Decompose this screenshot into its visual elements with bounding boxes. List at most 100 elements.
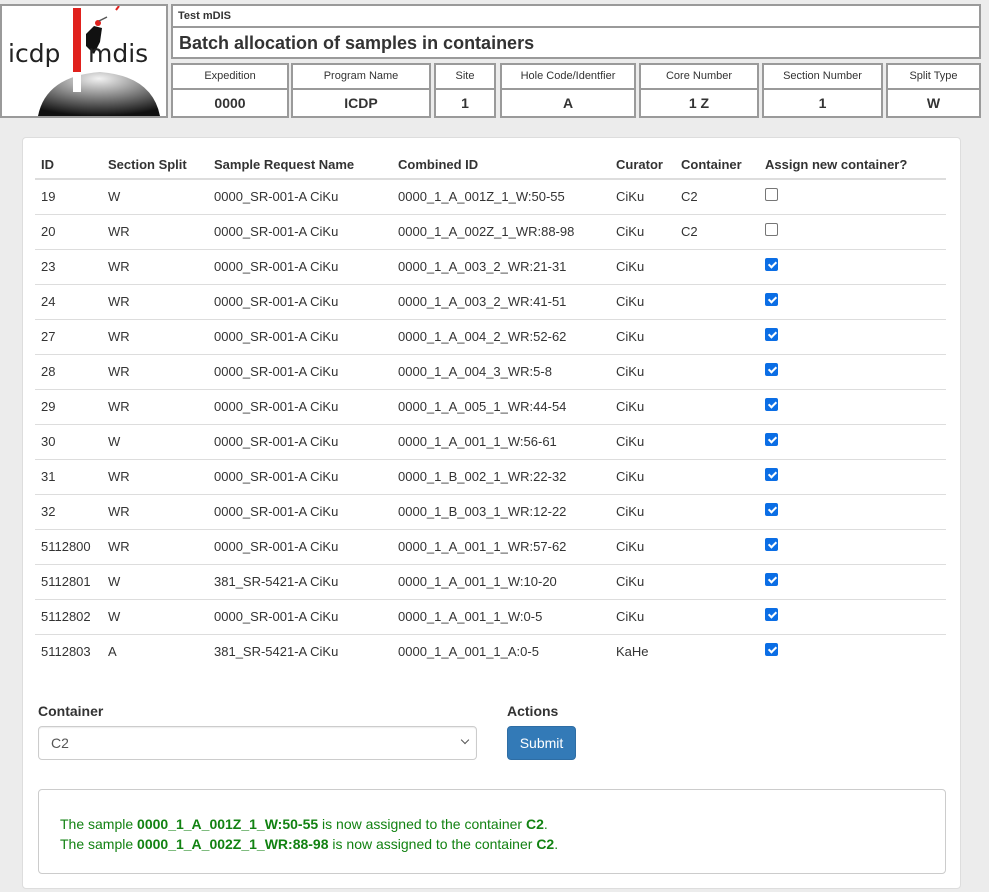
cell-section-split: WR [102, 353, 208, 389]
cell-combined-id: 0000_1_A_001Z_1_W:50-55 [398, 189, 565, 205]
success-message: The sample 0000_1_A_001Z_1_W:50-55 is no… [60, 814, 945, 834]
cell-combined-id: 0000_1_A_003_2_WR:21-31 [392, 248, 610, 284]
assign-checkbox[interactable] [765, 363, 778, 377]
message-text: The sample [60, 816, 138, 832]
app-name: Test mDIS [171, 4, 981, 28]
meta-label: Split Type [888, 65, 979, 90]
assign-checkbox[interactable] [765, 328, 778, 342]
cell-assign [759, 563, 946, 599]
cell-id: 19 [41, 189, 56, 205]
cell-curator: CiKu [610, 423, 675, 459]
table-row: 29 WR 0000_SR-001-A CiKu 0000_1_A_005_1_WR:… [35, 388, 946, 424]
cell-curator: CiKu [610, 458, 675, 494]
meta-core-number: Core Number 1 Z [639, 63, 759, 118]
cell-assign [759, 179, 946, 214]
cell-container [675, 283, 759, 319]
container-select[interactable]: C2 [38, 726, 477, 760]
cell-section-split: WR [102, 318, 208, 354]
meta-program-name: Program Name ICDP [291, 63, 431, 118]
message-text: . [554, 836, 559, 852]
cell-combined-id: 0000_1_A_004_3_WR:5-8 [392, 353, 610, 389]
table-row: 20 WR 0000_SR-001-A CiKu 0000_1_A_002Z_1_WR… [35, 213, 946, 249]
col-combined-id: Combined ID [392, 151, 610, 180]
table-row: 27 WR 0000_SR-001-A CiKu 0000_1_A_004_2_WR:… [35, 318, 946, 354]
cell-sample-request-name: 0000_SR-001-A CiKu [208, 458, 392, 494]
cell-sample-request-name: 0000_SR-001-A CiKu [208, 318, 392, 354]
meta-label: Expedition [173, 65, 287, 90]
cell-combined-id: 0000_1_A_001_1_WR:57-62 [392, 528, 610, 564]
cell-container [675, 563, 759, 599]
cell-curator: CiKu [610, 528, 675, 564]
cell-container [675, 633, 759, 669]
cell-container [675, 388, 759, 424]
meta-split-type: Split Type W [886, 63, 981, 118]
main-panel: ID Section Split Sample Request Name Com… [22, 137, 961, 889]
cell-container [675, 493, 759, 529]
cell-sample-request-name: 0000_SR-001-A CiKu [208, 248, 392, 284]
cell-id: 5112803 [35, 633, 102, 669]
cell-assign [759, 248, 946, 284]
assign-checkbox[interactable] [765, 188, 778, 202]
submit-button[interactable]: Submit [507, 726, 576, 760]
col-curator: Curator [610, 151, 675, 180]
cell-id: 5112800 [35, 528, 102, 564]
icdp-mdis-logo[interactable]: icdp mdis [0, 4, 168, 118]
table-row: 30 W 0000_SR-001-A CiKu 0000_1_A_001_1_W:56… [35, 423, 946, 459]
cell-container: C2 [681, 189, 698, 205]
cell-id: 32 [35, 493, 102, 529]
table-row: 31 WR 0000_SR-001-A CiKu 0000_1_B_002_1_WR:… [35, 458, 946, 494]
assign-checkbox[interactable] [765, 223, 778, 237]
container-label: Container [38, 703, 104, 719]
cell-combined-id: 0000_1_A_001_1_A:0-5 [392, 633, 610, 669]
message-text: is now assigned to the container [328, 836, 537, 852]
assign-checkbox[interactable] [765, 503, 778, 517]
meta-site: Site 1 [434, 63, 496, 118]
cell-sample-request-name: 381_SR-5421-A CiKu [208, 563, 392, 599]
cell-combined-id: 0000_1_A_001_1_W:10-20 [392, 563, 610, 599]
meta-value: 1 [461, 95, 469, 111]
assign-checkbox[interactable] [765, 608, 778, 622]
cell-curator: CiKu [610, 213, 675, 249]
meta-value: 1 [818, 95, 827, 111]
cell-container [675, 598, 759, 634]
message-text: The sample [60, 836, 138, 852]
cell-sample-request-name: 0000_SR-001-A CiKu [208, 493, 392, 529]
assign-checkbox[interactable] [765, 293, 778, 307]
assign-checkbox[interactable] [765, 398, 778, 412]
assign-checkbox[interactable] [765, 258, 778, 272]
cell-section-split: W [102, 598, 208, 634]
cell-sample-request-name: 0000_SR-001-A CiKu [208, 388, 392, 424]
logo-right-text: mdis [88, 39, 148, 68]
cell-curator: CiKu [610, 388, 675, 424]
cell-section-split: W [102, 563, 208, 599]
assign-checkbox[interactable] [765, 433, 778, 447]
assign-checkbox[interactable] [765, 538, 778, 552]
cell-id: 28 [35, 353, 102, 389]
cell-container: C2 [675, 213, 759, 249]
cell-assign [759, 213, 946, 249]
assign-checkbox[interactable] [765, 468, 778, 482]
table-header-row: ID Section Split Sample Request Name Com… [35, 151, 946, 180]
meta-expedition: Expedition 0000 [171, 63, 289, 118]
meta-value: W [926, 95, 941, 111]
table-row: 32 WR 0000_SR-001-A CiKu 0000_1_B_003_1_WR:… [35, 493, 946, 529]
meta-value: 0000 [214, 95, 246, 111]
message-text: . [543, 816, 548, 832]
page-title: Batch allocation of samples in container… [171, 26, 981, 59]
cell-id: 31 [35, 458, 102, 494]
cell-sample-request-name: 0000_SR-001-A CiKu [208, 213, 392, 249]
cell-container [675, 353, 759, 389]
assign-checkbox[interactable] [765, 643, 778, 657]
cell-combined-id: 0000_1_A_002Z_1_WR:88-98 [392, 213, 610, 249]
cell-section-split: WR [102, 213, 208, 249]
col-sample-request-name: Sample Request Name [208, 151, 392, 180]
cell-combined-id: 0000_1_A_005_1_WR:44-54 [392, 388, 610, 424]
cell-sample-request-name: 381_SR-5421-A CiKu [208, 633, 392, 669]
cell-curator: KaHe [610, 633, 675, 669]
assign-checkbox[interactable] [765, 573, 778, 587]
cell-id: 30 [35, 423, 102, 459]
actions-label: Actions [507, 703, 559, 719]
cell-section-split: WR [102, 528, 208, 564]
cell-assign [759, 388, 946, 424]
table-row: 19 W 0000_SR-001-A CiKu 0000_1_A_001Z_1_W:5… [35, 179, 946, 214]
